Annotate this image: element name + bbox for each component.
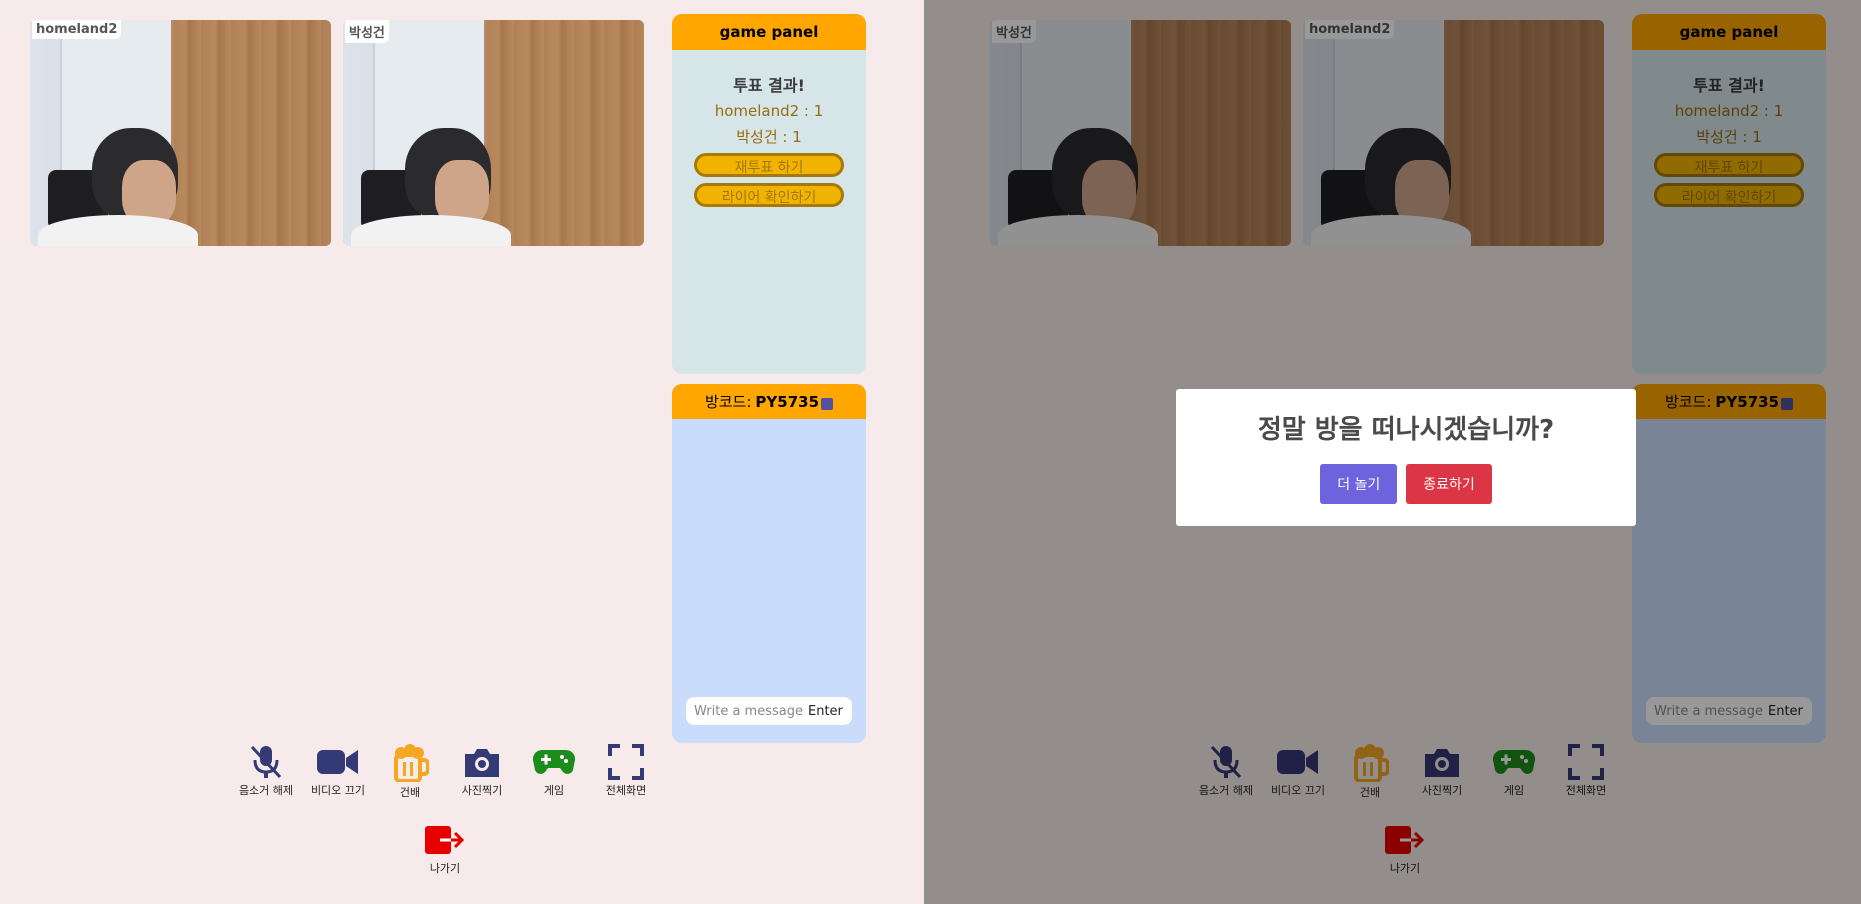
copy-icon[interactable] xyxy=(821,397,834,410)
participant-name: homeland2 xyxy=(32,20,122,39)
photo-button[interactable]: 사진찍기 xyxy=(446,744,518,799)
room-code: PY5735 xyxy=(755,392,820,411)
chat-message-input[interactable] xyxy=(692,702,806,720)
vote-result-line: homeland2 : 1 xyxy=(714,102,824,120)
photo-label: 사진찍기 xyxy=(461,784,503,797)
cheers-label: 건배 xyxy=(399,786,421,799)
mic-off-icon xyxy=(250,745,282,779)
right-pane: 박성건 homeland2 game panel 투표 결과! homeland… xyxy=(924,0,1861,904)
fullscreen-label: 전체화면 xyxy=(605,784,647,797)
video-tile: 박성건 xyxy=(343,20,644,246)
room-code-label: 방코드: xyxy=(704,393,752,411)
game-panel-title: game panel xyxy=(672,14,866,50)
exit-button[interactable]: 나가기 xyxy=(415,824,475,876)
room-code-header: 방코드: PY5735 xyxy=(672,384,866,419)
chat-input-box: Enter xyxy=(686,697,852,725)
mute-toggle-button[interactable]: 음소거 해제 xyxy=(230,744,302,799)
beer-mug-icon xyxy=(394,744,429,782)
revote-button[interactable]: 재투표 하기 xyxy=(694,153,844,177)
mute-label: 음소거 해제 xyxy=(238,784,294,797)
cheers-button[interactable]: 건배 xyxy=(374,744,446,799)
video-camera-icon xyxy=(317,750,358,774)
control-bar: 음소거 해제 비디오 끄기 건배 사진찍기 게임 전체화면 xyxy=(230,744,662,799)
check-liar-button[interactable]: 라이어 확인하기 xyxy=(694,183,844,207)
quit-button[interactable]: 종료하기 xyxy=(1406,464,1492,504)
exit-label: 나가기 xyxy=(429,862,461,875)
game-panel: game panel 투표 결과! homeland2 : 1 박성건 : 1 … xyxy=(672,14,866,374)
vote-result-line: 박성건 : 1 xyxy=(736,128,802,146)
camera-icon xyxy=(465,749,499,777)
exit-icon xyxy=(425,826,465,854)
stay-button[interactable]: 더 놀기 xyxy=(1320,464,1398,504)
gamepad-icon xyxy=(532,749,576,774)
dialog-question: 정말 방을 떠나시겠습니까? xyxy=(1257,415,1555,445)
left-pane: homeland2 박성건 game panel 투표 결과! homeland… xyxy=(0,0,924,904)
video-label: 비디오 끄기 xyxy=(310,784,366,797)
fullscreen-button[interactable]: 전체화면 xyxy=(590,744,662,799)
enter-button[interactable]: Enter xyxy=(808,704,843,719)
video-tile: homeland2 xyxy=(30,20,331,246)
fullscreen-icon xyxy=(608,744,644,780)
game-button[interactable]: 게임 xyxy=(518,744,590,799)
leave-confirm-dialog: 정말 방을 떠나시겠습니까? 더 놀기 종료하기 xyxy=(1176,389,1636,526)
video-toggle-button[interactable]: 비디오 끄기 xyxy=(302,744,374,799)
participant-name: 박성건 xyxy=(345,20,389,43)
chat-panel: 방코드: PY5735 Enter xyxy=(672,384,866,743)
game-label: 게임 xyxy=(543,784,565,797)
vote-result-title: 투표 결과! xyxy=(733,76,805,95)
